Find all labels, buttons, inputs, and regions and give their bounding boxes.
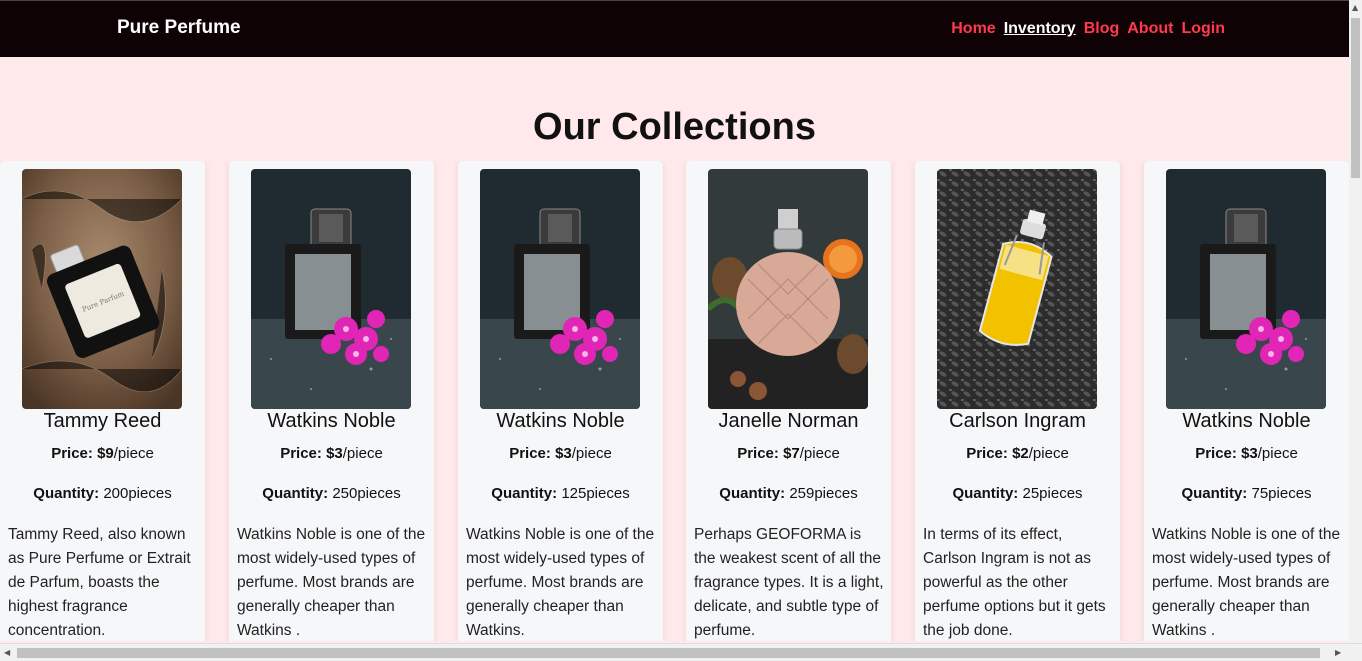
product-price: Price: $3/piece bbox=[509, 445, 612, 462]
perfume-with-flowers-image bbox=[251, 169, 411, 409]
product-quantity: Quantity: 125pieces bbox=[491, 485, 630, 502]
product-name: Tammy Reed bbox=[43, 410, 162, 432]
vertical-scroll-thumb[interactable] bbox=[1351, 18, 1360, 178]
scroll-left-icon[interactable]: ◀ bbox=[4, 648, 10, 657]
product-card[interactable]: Watkins Noble Price: $3/piece Quantity: … bbox=[229, 161, 434, 641]
product-name: Carlson Ingram bbox=[949, 410, 1086, 432]
product-card[interactable]: Watkins Noble Price: $3/piece Quantity: … bbox=[1144, 161, 1349, 641]
product-card[interactable]: Janelle Norman Price: $7/piece Quantity:… bbox=[686, 161, 891, 641]
product-quantity: Quantity: 250pieces bbox=[262, 485, 401, 502]
product-name: Watkins Noble bbox=[496, 410, 625, 432]
horizontal-scroll-thumb[interactable] bbox=[17, 648, 1320, 658]
nav-blog-link[interactable]: Blog bbox=[1084, 20, 1120, 38]
nav-about-link[interactable]: About bbox=[1127, 20, 1173, 38]
product-quantity: Quantity: 25pieces bbox=[952, 485, 1083, 502]
page-title: Our Collections bbox=[533, 106, 816, 148]
nav-inventory-link[interactable]: Inventory bbox=[1004, 20, 1076, 38]
product-price: Price: $9/piece bbox=[51, 445, 154, 462]
product-card[interactable]: Pure Parfum Tammy Reed Price: $9/piece Q… bbox=[0, 161, 205, 641]
product-quantity: Quantity: 259pieces bbox=[719, 485, 858, 502]
oil-bottle-on-seeds-image bbox=[937, 169, 1097, 409]
crystal-perfume-bottle-image bbox=[708, 169, 868, 409]
horizontal-scrollbar[interactable]: ◀ ▶ bbox=[0, 643, 1362, 661]
product-description: Perhaps GEOFORMA is the weakest scent of… bbox=[694, 526, 884, 639]
product-card[interactable]: Carlson Ingram Price: $2/piece Quantity:… bbox=[915, 161, 1120, 641]
product-name: Watkins Noble bbox=[267, 410, 396, 432]
perfume-with-flowers-image bbox=[480, 169, 640, 409]
product-name: Watkins Noble bbox=[1182, 410, 1311, 432]
brand-logo[interactable]: Pure Perfume bbox=[117, 17, 241, 39]
nav-login-link[interactable]: Login bbox=[1181, 20, 1225, 38]
product-card[interactable]: Watkins Noble Price: $3/piece Quantity: … bbox=[458, 161, 663, 641]
scroll-right-icon[interactable]: ▶ bbox=[1335, 648, 1341, 657]
product-description: Tammy Reed, also known as Pure Perfume o… bbox=[8, 526, 191, 639]
product-price: Price: $3/piece bbox=[280, 445, 383, 462]
product-price: Price: $3/piece bbox=[1195, 445, 1298, 462]
product-grid: Pure Parfum Tammy Reed Price: $9/piece Q… bbox=[0, 161, 1349, 641]
product-price: Price: $2/piece bbox=[966, 445, 1069, 462]
nav-links: Home Inventory Blog About Login bbox=[951, 20, 1225, 38]
product-description: Watkins Noble is one of the most widely-… bbox=[466, 526, 655, 639]
product-price: Price: $7/piece bbox=[737, 445, 840, 462]
product-description: Watkins Noble is one of the most widely-… bbox=[1152, 526, 1341, 639]
scroll-up-icon[interactable]: ▲ bbox=[1352, 3, 1358, 12]
product-quantity: Quantity: 200pieces bbox=[33, 485, 172, 502]
nav-home-link[interactable]: Home bbox=[951, 20, 995, 38]
perfume-on-fur-image: Pure Parfum bbox=[22, 169, 182, 409]
product-description: Watkins Noble is one of the most widely-… bbox=[237, 526, 426, 639]
product-name: Janelle Norman bbox=[718, 410, 859, 432]
perfume-with-flowers-image bbox=[1166, 169, 1326, 409]
navbar: Pure Perfume Home Inventory Blog About L… bbox=[0, 0, 1349, 57]
product-quantity: Quantity: 75pieces bbox=[1181, 485, 1312, 502]
product-description: In terms of its effect, Carlson Ingram i… bbox=[923, 526, 1106, 639]
vertical-scrollbar[interactable]: ▲ bbox=[1349, 0, 1362, 643]
